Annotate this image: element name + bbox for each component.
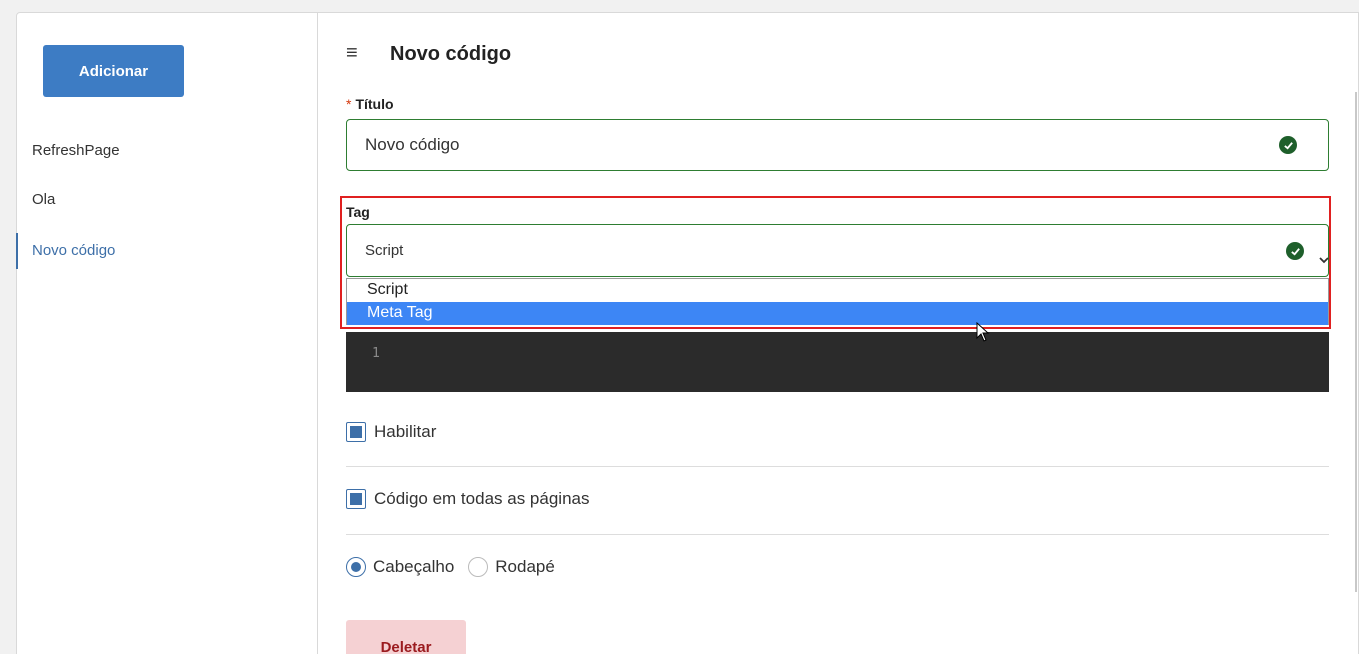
divider <box>346 534 1329 535</box>
radio-button[interactable] <box>346 557 366 577</box>
radio-label: Rodapé <box>495 557 555 576</box>
radio-option-cabecalho[interactable]: Cabeçalho <box>346 557 454 577</box>
tag-select-value: Script <box>365 242 404 259</box>
code-editor[interactable]: 1 <box>346 332 1329 392</box>
delete-button[interactable]: Deletar <box>346 620 466 654</box>
mouse-cursor-icon <box>976 322 990 342</box>
radio-button[interactable] <box>468 557 489 577</box>
valid-check-icon <box>1286 242 1304 260</box>
position-radio-group: Cabeçalho Rodapé <box>346 557 569 577</box>
sidebar-item-refreshpage[interactable]: RefreshPage <box>16 133 316 169</box>
title-label: * Título <box>346 96 394 112</box>
chevron-down-icon[interactable] <box>1319 255 1329 265</box>
title-input-value: Novo código <box>365 135 460 154</box>
dropdown-option-meta-tag[interactable]: Meta Tag <box>347 302 1328 325</box>
enable-checkbox[interactable] <box>346 422 366 442</box>
radio-option-rodape[interactable]: Rodapé <box>468 557 555 577</box>
sidebar-item-ola[interactable]: Ola <box>16 182 316 218</box>
divider <box>346 466 1329 467</box>
all-pages-checkbox[interactable] <box>346 489 366 509</box>
add-button[interactable]: Adicionar <box>43 45 184 97</box>
enable-label: Habilitar <box>374 422 437 441</box>
required-mark: * <box>346 96 352 112</box>
tag-select[interactable]: Script <box>346 224 1329 277</box>
sidebar-item-novo-codigo[interactable]: Novo código <box>16 233 316 269</box>
radio-label: Cabeçalho <box>373 557 455 576</box>
line-number: 1 <box>372 346 380 361</box>
tag-dropdown-list: Script Meta Tag <box>346 278 1329 325</box>
tag-label: Tag <box>346 204 370 220</box>
enable-checkbox-row[interactable]: Habilitar <box>346 422 436 442</box>
valid-check-icon <box>1279 136 1297 154</box>
sidebar: Adicionar RefreshPage Ola Novo código <box>16 12 318 654</box>
title-input[interactable]: Novo código <box>346 119 1329 171</box>
all-pages-checkbox-row[interactable]: Código em todas as páginas <box>346 489 589 509</box>
page-title: Novo código <box>390 43 512 65</box>
dropdown-option-script[interactable]: Script <box>347 279 1328 302</box>
scrollbar[interactable] <box>1355 92 1357 592</box>
all-pages-label: Código em todas as páginas <box>374 489 590 508</box>
menu-icon[interactable]: ≡ <box>346 42 358 65</box>
main-panel: ≡ Novo código * Título Novo código Tag Sc… <box>318 12 1359 654</box>
